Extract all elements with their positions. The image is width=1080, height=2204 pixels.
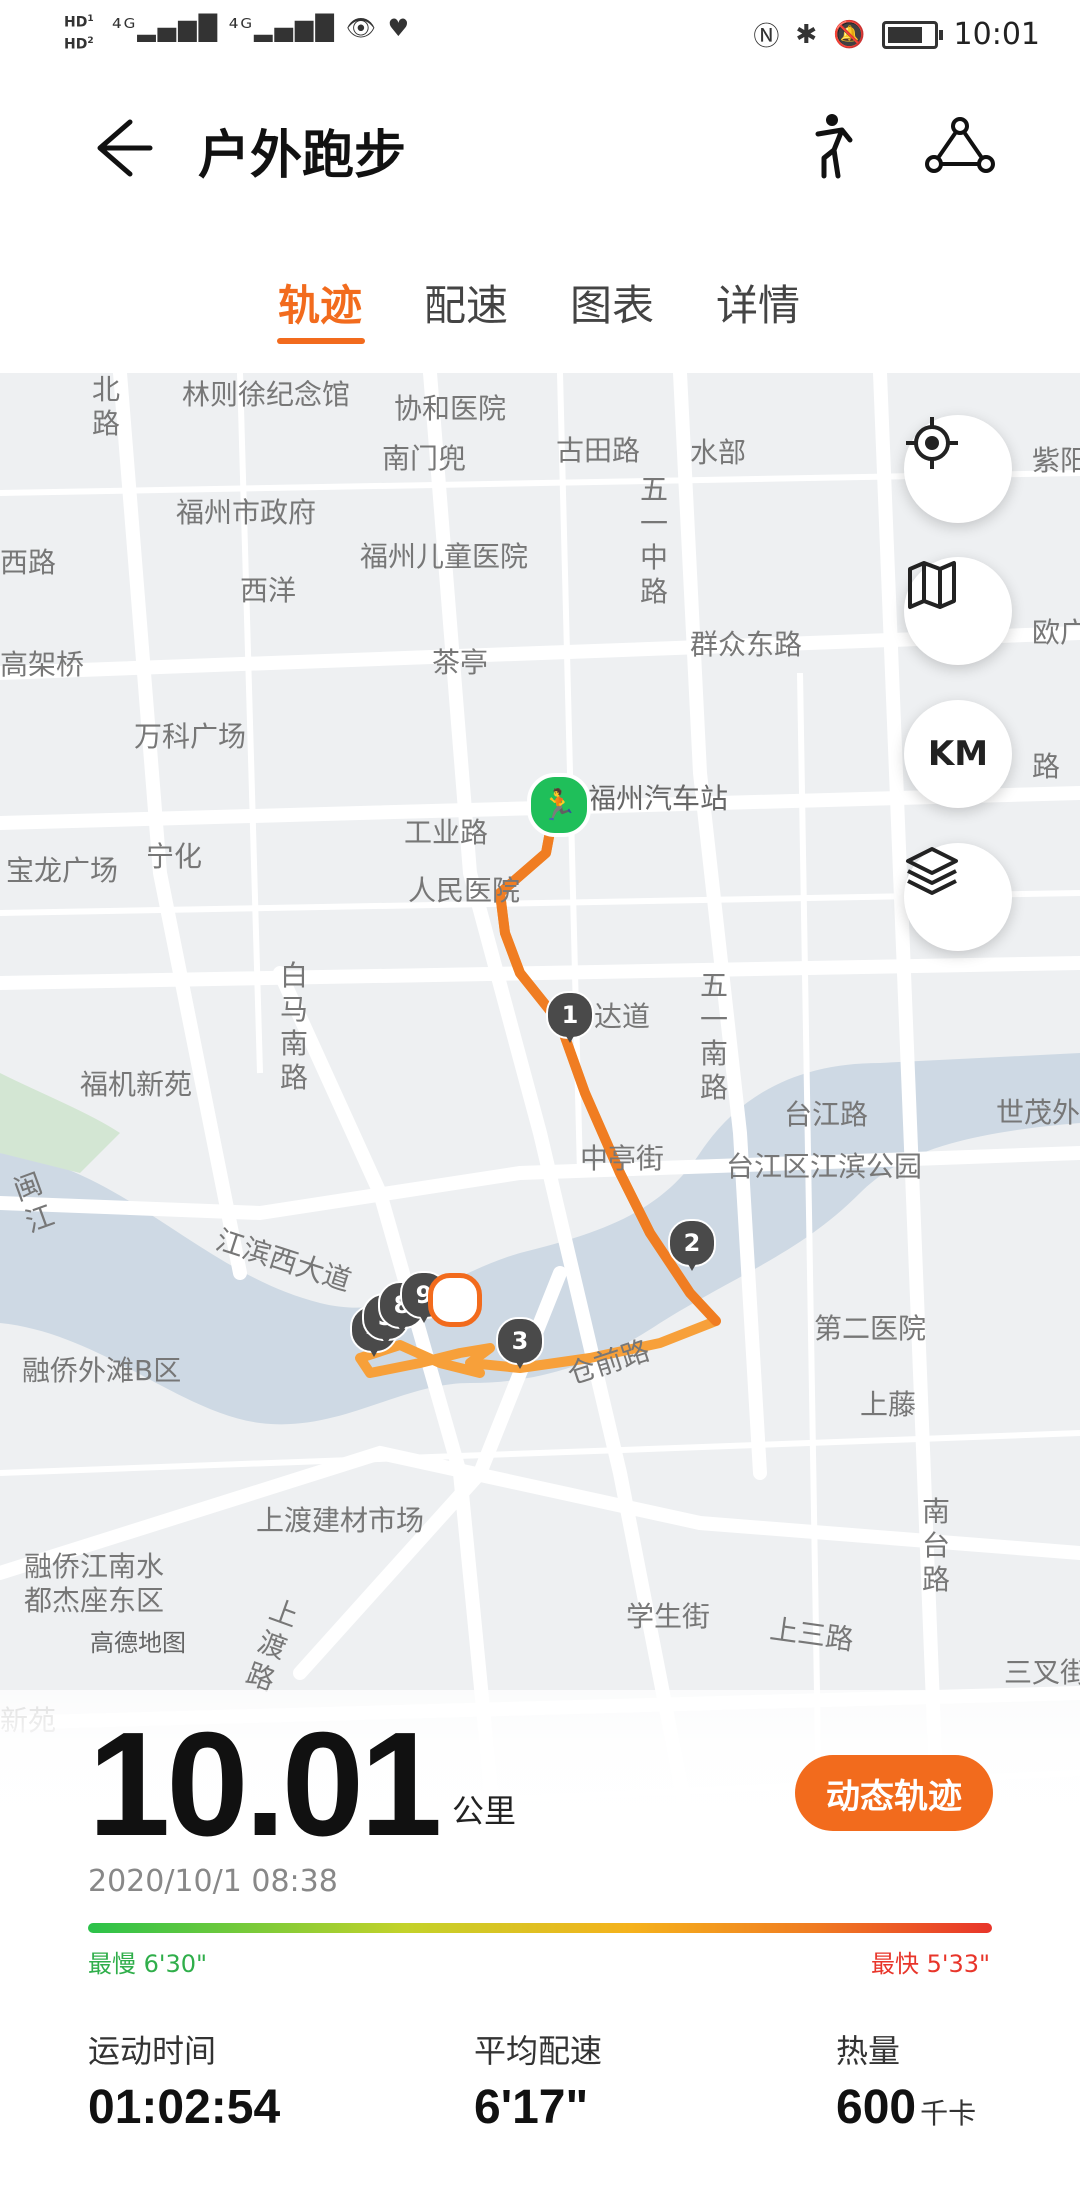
bluetooth-icon: ✱ xyxy=(795,19,818,50)
map-label: 五一中路 xyxy=(640,473,669,608)
map-label: 福州市政府 xyxy=(176,496,317,529)
start-marker[interactable]: 🏃 xyxy=(527,773,591,837)
fastest-pace-label: 最快 5'33" xyxy=(871,1950,991,1978)
map-label: 欧广 xyxy=(1032,616,1080,649)
runner-pose-icon xyxy=(815,114,853,179)
map-label: 上渡建材市场 xyxy=(256,1504,425,1537)
map-label: 协和医院 xyxy=(394,392,507,425)
km-toggle-button[interactable]: KM xyxy=(904,700,1012,808)
status-right: Ⓝ ✱ 🔕 10:01 xyxy=(753,16,1040,53)
map-attribution: 高德地图 xyxy=(90,1629,186,1657)
tab-details[interactable]: 详情 xyxy=(716,272,800,333)
pace-gradient-bar xyxy=(88,1923,992,1933)
map-label: 南门兜 xyxy=(382,442,467,475)
locate-icon xyxy=(906,417,958,469)
stat-value-avg-pace: 6'17" xyxy=(474,2080,588,2135)
map-label: 世茂外 xyxy=(996,1096,1080,1129)
mute-icon: 🔕 xyxy=(833,19,866,50)
map-label: 福州儿童医院 xyxy=(360,540,529,573)
layers-button[interactable] xyxy=(904,843,1012,951)
map-label: 万科广场 xyxy=(134,720,247,753)
map-label: 茶亭 xyxy=(432,646,489,679)
map-label: 紫阳 xyxy=(1032,444,1080,477)
status-bar: HD1 HD2 ⁴ᴳ▂▄▆█ ⁴ᴳ▂▄▆█ 👁 ♥ Ⓝ ✱ 🔕 10:01 xyxy=(0,0,1080,70)
stat-label-duration: 运动时间 xyxy=(88,2032,217,2070)
map-label: 宁化 xyxy=(146,840,203,873)
runner-pose-button[interactable] xyxy=(788,106,868,186)
map-label: 上藤 xyxy=(860,1388,917,1421)
map-label: 群众东路 xyxy=(690,628,803,661)
map-label: 台江路 xyxy=(784,1098,869,1131)
end-marker[interactable] xyxy=(428,1273,482,1327)
map-label: 古田路 xyxy=(556,434,641,467)
map-label: 高架桥 xyxy=(0,648,85,681)
route-share-button[interactable] xyxy=(920,106,1000,186)
map-label: 五一南路 xyxy=(700,969,729,1104)
map-label: 融侨外滩B区 xyxy=(22,1354,182,1387)
avg-pace-value: 6'17" xyxy=(474,2081,589,2134)
map-label: 水部 xyxy=(690,436,747,469)
layers-icon xyxy=(906,847,958,895)
arrow-left-icon xyxy=(97,119,153,177)
map-label: 三叉街 xyxy=(1004,1656,1080,1689)
calories-unit: 千卡 xyxy=(920,2098,977,2129)
stat-label-calories: 热量 xyxy=(836,2032,901,2070)
map-label: 林则徐纪念馆 xyxy=(182,378,351,411)
map-label: 福州汽车站 xyxy=(588,782,729,815)
workout-datetime: 2020/10/1 08:38 xyxy=(88,1864,338,1899)
map-label: 西路 xyxy=(0,546,57,579)
map-label: 台江区江滨公园 xyxy=(726,1150,923,1183)
signal-icons: ⁴ᴳ▂▄▆█ ⁴ᴳ▂▄▆█ 👁 ♥ xyxy=(112,14,412,42)
map-label: 宝龙广场 xyxy=(6,854,119,887)
status-network-icons: HD1 HD2 xyxy=(64,14,94,53)
runner-icon: 🏃 xyxy=(540,787,578,823)
map-icon xyxy=(908,561,956,609)
stat-value-duration: 01:02:54 xyxy=(88,2080,280,2135)
map-label: 工业路 xyxy=(404,816,489,849)
map-type-button[interactable] xyxy=(904,557,1012,665)
distance-value: 10.01 xyxy=(88,1702,442,1867)
map-label: 南台路 xyxy=(922,1495,951,1596)
map-label: 白马南路 xyxy=(280,959,309,1094)
map-label: 达道 xyxy=(594,1000,651,1033)
distance-unit: 公里 xyxy=(452,1792,517,1830)
map-label: 人民医院 xyxy=(408,874,521,907)
locate-button[interactable] xyxy=(904,415,1012,523)
calories-value: 600 xyxy=(836,2081,917,2134)
km-toggle-label: KM xyxy=(927,734,989,774)
battery-icon xyxy=(881,20,943,49)
back-button[interactable] xyxy=(80,108,160,188)
tab-indicator xyxy=(277,338,365,344)
km-marker[interactable]: 3 xyxy=(496,1317,544,1369)
map-label: 第二医院 xyxy=(814,1312,927,1345)
map-label: 西洋 xyxy=(240,574,297,607)
km-marker[interactable]: 1 xyxy=(546,991,594,1043)
map-label: 都杰座东区 xyxy=(24,1584,165,1617)
tab-track[interactable]: 轨迹 xyxy=(278,272,362,333)
tab-pace[interactable]: 配速 xyxy=(424,272,508,333)
map-label: 路 xyxy=(1032,750,1061,783)
stat-value-calories: 600 千卡 xyxy=(836,2080,976,2135)
tab-chart[interactable]: 图表 xyxy=(570,272,654,333)
page-title: 户外跑步 xyxy=(198,126,407,186)
status-time: 10:01 xyxy=(953,17,1040,52)
slowest-pace-label: 最慢 6'30" xyxy=(88,1950,208,1978)
nfc-icon: Ⓝ xyxy=(753,22,780,52)
dynamic-track-button[interactable]: 动态轨迹 xyxy=(795,1755,993,1831)
stat-label-avg-pace: 平均配速 xyxy=(474,2032,603,2070)
map-label: 中亭街 xyxy=(580,1142,665,1175)
map-label: 北路 xyxy=(92,373,121,440)
map-label: 学生街 xyxy=(626,1600,711,1633)
duration-value: 01:02:54 xyxy=(88,2081,281,2134)
route-share-icon xyxy=(925,117,995,173)
map-label: 福机新苑 xyxy=(80,1068,193,1101)
km-marker[interactable]: 2 xyxy=(668,1219,716,1271)
route-map[interactable]: 林则徐纪念馆 协和医院 南门兜 古田路 水部 福州市政府 福州儿童医院 西洋 群… xyxy=(0,373,1080,1883)
